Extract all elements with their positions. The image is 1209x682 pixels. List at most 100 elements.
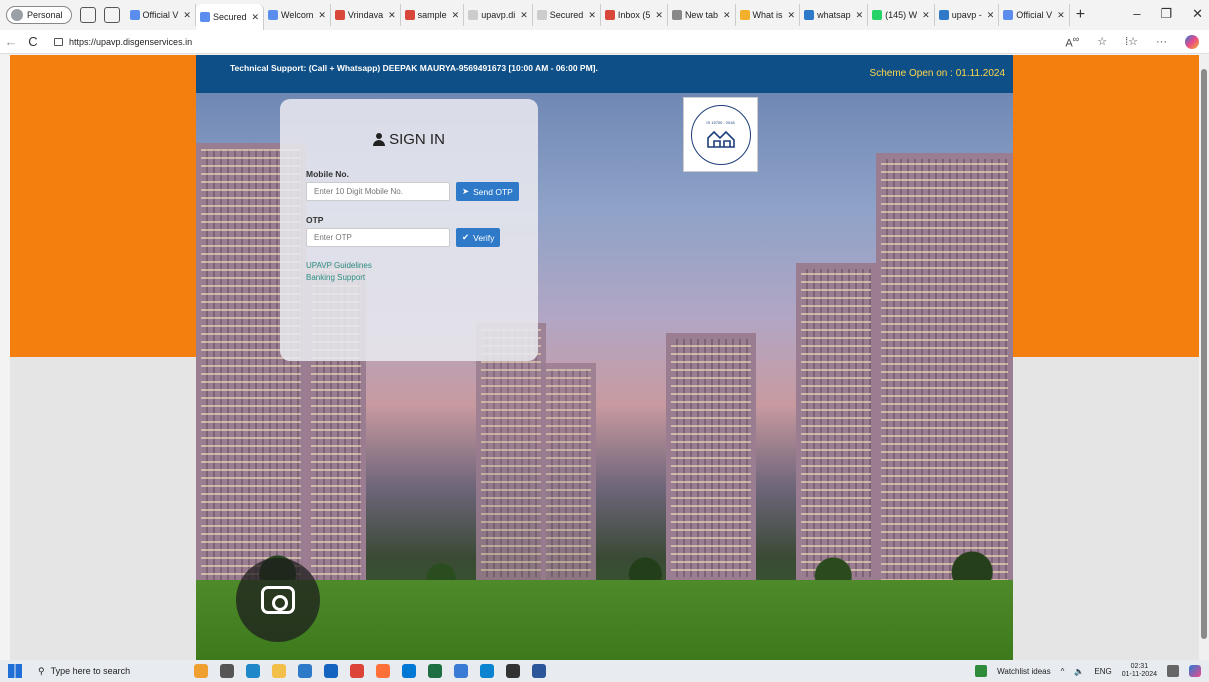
edge-icon[interactable] bbox=[246, 664, 260, 678]
store-icon[interactable] bbox=[298, 664, 312, 678]
tab-close-icon[interactable]: ✕ bbox=[1057, 10, 1065, 21]
tab[interactable]: whatsap ✕ bbox=[800, 4, 869, 26]
tab-actions-icon[interactable] bbox=[103, 7, 120, 23]
favicon-icon bbox=[468, 10, 479, 20]
mobile-input[interactable] bbox=[306, 182, 450, 201]
clock-date: 01-11-2024 bbox=[1121, 671, 1157, 678]
speaker-icon[interactable]: 🔈 bbox=[1074, 667, 1084, 676]
tab-close-icon[interactable]: ✕ bbox=[987, 10, 995, 21]
firefox-icon[interactable] bbox=[376, 664, 390, 678]
address-bar[interactable]: https://upavp.disgenservices.in bbox=[48, 33, 192, 51]
logo-text: IS 15700 : 2018 bbox=[706, 119, 735, 125]
favorites-icon[interactable]: ⁞☆ bbox=[1125, 35, 1138, 48]
vscode-icon[interactable] bbox=[480, 664, 494, 678]
windows-taskbar: ⚲ Type here to search Watchlist ideas ^ … bbox=[0, 660, 1209, 682]
tab[interactable]: Secured ✕ bbox=[533, 4, 601, 26]
favicon-icon bbox=[536, 10, 547, 20]
watchlist-icon[interactable] bbox=[975, 665, 988, 677]
watchlist-text[interactable]: Watchlist ideas bbox=[997, 667, 1051, 676]
copilot-icon[interactable] bbox=[1185, 34, 1199, 49]
taskbar-search[interactable]: ⚲ Type here to search bbox=[32, 662, 182, 680]
copilot-taskbar-icon[interactable] bbox=[1189, 665, 1201, 677]
logo-ring: IS 15700 : 2018 bbox=[690, 104, 751, 165]
tab-close-icon[interactable]: ✕ bbox=[922, 10, 930, 21]
workspaces-icon[interactable] bbox=[79, 7, 96, 23]
widgets-icon[interactable] bbox=[194, 664, 208, 678]
lock-icon[interactable] bbox=[54, 37, 63, 46]
check-icon: ✔ bbox=[462, 232, 470, 242]
tab-close-icon[interactable]: ✕ bbox=[318, 10, 326, 21]
banking-support-link[interactable]: Banking Support bbox=[306, 273, 365, 282]
file-explorer-icon[interactable] bbox=[272, 664, 286, 678]
profile-button[interactable]: Personal bbox=[6, 6, 72, 24]
outlook-icon[interactable] bbox=[324, 664, 338, 678]
scrollbar-thumb[interactable] bbox=[1201, 69, 1207, 639]
close-window-button[interactable]: ✕ bbox=[1192, 6, 1203, 22]
minimize-button[interactable]: – bbox=[1133, 6, 1140, 22]
send-otp-label: Send OTP bbox=[473, 186, 513, 197]
chevron-up-icon[interactable]: ^ bbox=[1061, 667, 1065, 676]
tab-strip: Official V ✕ Secured ✕ Welcom ✕ Vrindava ✕ s… bbox=[126, 0, 1085, 30]
task-view-icon[interactable] bbox=[220, 664, 234, 678]
back-button[interactable]: ← bbox=[0, 34, 22, 49]
favorite-star-icon[interactable]: ☆ bbox=[1097, 35, 1107, 48]
favicon-icon bbox=[199, 12, 210, 22]
windows-start-icon[interactable] bbox=[8, 664, 22, 678]
tab-close-icon[interactable]: ✕ bbox=[588, 10, 596, 21]
address-bar-actions: A∞ ☆ ⁞☆ ··· bbox=[1065, 34, 1199, 50]
app-icon[interactable] bbox=[454, 664, 468, 678]
tab[interactable]: Vrindava ✕ bbox=[331, 4, 401, 26]
read-aloud-icon[interactable]: A∞ bbox=[1065, 34, 1079, 50]
favicon-icon bbox=[404, 10, 415, 20]
send-otp-button[interactable]: ➤ Send OTP bbox=[456, 182, 519, 201]
tab-close-icon[interactable]: ✕ bbox=[788, 10, 796, 21]
tab[interactable]: upavp - ✕ bbox=[935, 4, 1000, 26]
more-menu-icon[interactable]: ··· bbox=[1156, 36, 1167, 48]
word-icon[interactable] bbox=[532, 664, 546, 678]
refresh-button[interactable]: C bbox=[22, 34, 44, 49]
tab-close-icon[interactable]: ✕ bbox=[452, 10, 460, 21]
tab-label: (145) W bbox=[885, 10, 918, 20]
tab[interactable]: Inbox (5 ✕ bbox=[601, 4, 668, 26]
visual-search-button[interactable] bbox=[236, 558, 320, 642]
tab-active[interactable]: Secured ✕ bbox=[195, 4, 265, 30]
tab-label: Vrindava bbox=[347, 10, 384, 20]
profile-label: Personal bbox=[27, 10, 63, 20]
tab[interactable]: Welcom ✕ bbox=[264, 4, 331, 26]
chrome-icon[interactable] bbox=[350, 664, 364, 678]
tab[interactable]: Official V ✕ bbox=[126, 4, 196, 26]
tab-close-icon[interactable]: ✕ bbox=[183, 10, 191, 21]
tab[interactable]: What is ✕ bbox=[736, 4, 801, 26]
clock[interactable]: 02:31 01-11-2024 bbox=[1122, 663, 1157, 679]
guidelines-link[interactable]: UPAVP Guidelines bbox=[306, 261, 372, 270]
signin-heading: SIGN IN bbox=[280, 131, 538, 148]
tab-close-icon[interactable]: ✕ bbox=[388, 10, 396, 21]
tab-close-icon[interactable]: ✕ bbox=[723, 10, 731, 21]
tab[interactable]: upavp.di ✕ bbox=[464, 4, 533, 26]
search-icon bbox=[938, 10, 949, 20]
tab-label: New tab bbox=[684, 10, 718, 20]
tab[interactable]: Official V ✕ bbox=[999, 4, 1070, 26]
notifications-icon[interactable] bbox=[1167, 665, 1179, 677]
verify-label: Verify bbox=[473, 232, 495, 243]
tab[interactable]: (145) W ✕ bbox=[868, 4, 935, 26]
excel-icon[interactable] bbox=[428, 664, 442, 678]
tab[interactable]: New tab ✕ bbox=[668, 4, 736, 26]
otp-input[interactable] bbox=[306, 228, 450, 247]
tab-close-icon[interactable]: ✕ bbox=[251, 12, 259, 23]
verify-button[interactable]: ✔ Verify bbox=[456, 228, 501, 247]
building-shape bbox=[796, 263, 876, 583]
page-scrollbar[interactable] bbox=[1199, 55, 1209, 660]
tab-close-icon[interactable]: ✕ bbox=[856, 10, 864, 21]
new-tab-button[interactable]: + bbox=[1076, 6, 1085, 24]
tab-close-icon[interactable]: ✕ bbox=[655, 10, 663, 21]
tab-label: Inbox (5 bbox=[617, 10, 651, 20]
app-icon[interactable] bbox=[506, 664, 520, 678]
app-icon[interactable] bbox=[402, 664, 416, 678]
search-icon: ⚲ bbox=[38, 665, 45, 676]
tab[interactable]: sample ✕ bbox=[401, 4, 465, 26]
language-indicator[interactable]: ENG bbox=[1094, 667, 1111, 676]
tab-close-icon[interactable]: ✕ bbox=[520, 10, 528, 21]
browser-tab-bar: Personal Official V ✕ Secured ✕ Welcom ✕ Vr… bbox=[0, 0, 1209, 30]
restore-button[interactable]: ❐ bbox=[1160, 6, 1172, 22]
